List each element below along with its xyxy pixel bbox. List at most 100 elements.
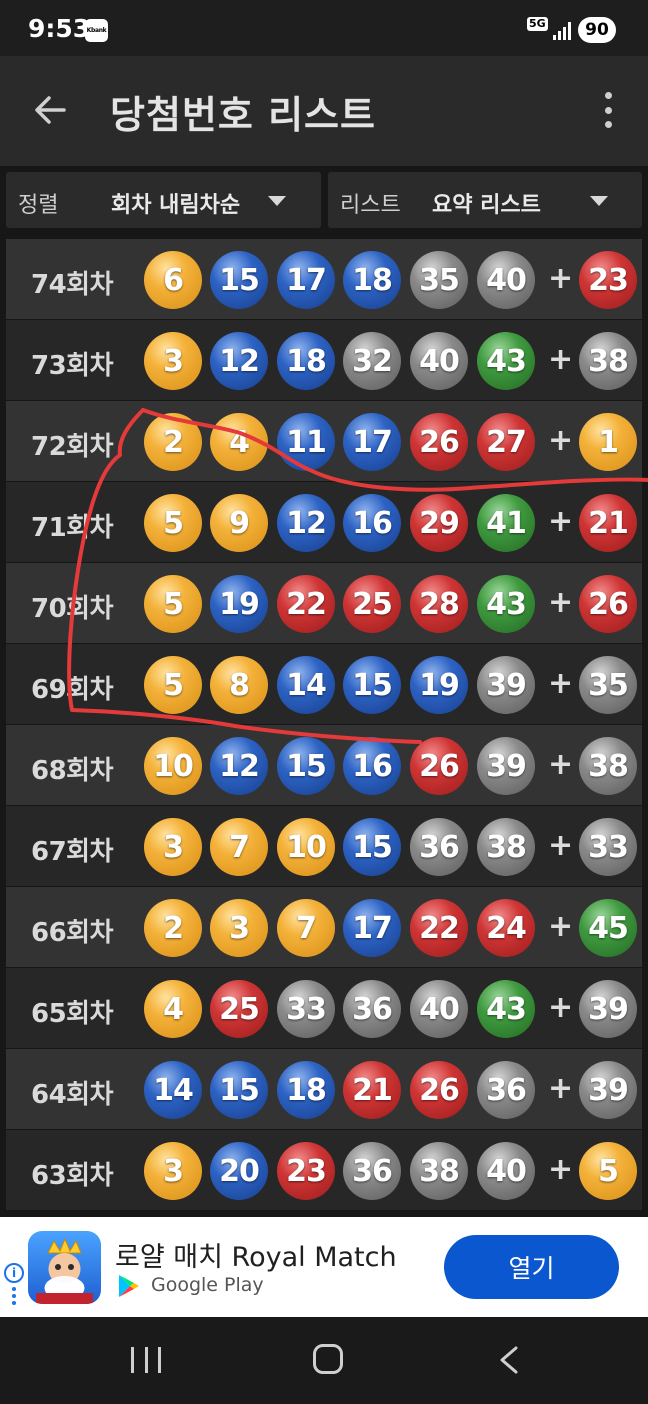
draw-row[interactable]: 67회차 3 7 10 15 36 38 +33 [6,806,642,887]
number-ball: 3 [144,1142,202,1200]
number-ball: 12 [210,332,268,390]
number-ball: 10 [277,818,335,876]
plus-sign: + [548,504,574,539]
draw-row[interactable]: 73회차 3 12 18 32 40 43 +38 [6,320,642,401]
draw-row[interactable]: 71회차 5 9 12 16 29 41 +21 [6,482,642,563]
list-value: 요약 리스트 [432,193,541,218]
number-ball: 12 [277,494,335,552]
bonus-ball: 1 [579,413,637,471]
round-label: 63회차 [31,1161,114,1191]
number-ball: 43 [477,332,535,390]
more-options-icon[interactable] [598,92,618,128]
sort-dropdown[interactable]: 정렬 회차 내림차순 [6,172,321,228]
draw-row[interactable]: 66회차 2 3 7 17 22 24 +45 [6,887,642,968]
number-ball: 6 [144,251,202,309]
number-ball: 14 [277,656,335,714]
draw-row[interactable]: 65회차 4 25 33 36 40 43 +39 [6,968,642,1049]
draw-row[interactable]: 68회차 10 12 15 16 26 39 +38 [6,725,642,806]
number-ball: 16 [343,737,401,795]
draw-row[interactable]: 64회차 14 15 18 21 26 36 +39 [6,1049,642,1130]
number-ball: 20 [210,1142,268,1200]
number-ball: 43 [477,980,535,1038]
bonus-ball: 5 [579,1142,637,1200]
number-ball: 15 [277,737,335,795]
number-ball: 4 [144,980,202,1038]
round-label: 71회차 [31,513,114,543]
nav-back-icon[interactable] [494,1345,524,1375]
recent-apps-icon[interactable] [131,1347,161,1373]
draw-row[interactable]: 63회차 3 20 23 36 38 40 +5 [6,1130,642,1211]
number-ball: 40 [410,980,468,1038]
filter-bar: 정렬 회차 내림차순 리스트 요약 리스트 [0,166,648,236]
number-ball: 2 [144,413,202,471]
number-ball: 26 [410,1061,468,1119]
round-label: 73회차 [31,351,114,381]
number-ball: 17 [277,251,335,309]
round-label: 67회차 [31,837,114,867]
round-label: 70회차 [31,594,114,624]
number-ball: 36 [343,1142,401,1200]
number-ball: 27 [477,413,535,471]
round-label: 74회차 [31,270,114,300]
list-type-dropdown[interactable]: 리스트 요약 리스트 [328,172,642,228]
draw-results-list: 74회차 6 15 17 18 35 40 +23 73회차 3 12 18 32 40 43 +38 72회차… [6,239,642,1211]
plus-sign: + [548,1152,574,1187]
ad-title: 로얄 매치 Royal Match [115,1242,397,1273]
plus-sign: + [548,1071,574,1106]
battery-level-badge: 90 [578,17,616,43]
round-label: 66회차 [31,918,114,948]
number-ball: 38 [477,818,535,876]
number-ball: 5 [144,656,202,714]
number-ball: 36 [410,818,468,876]
number-ball: 15 [210,251,268,309]
plus-sign: + [548,828,574,863]
number-ball: 32 [343,332,401,390]
number-ball: 40 [410,332,468,390]
number-ball: 38 [410,1142,468,1200]
draw-row[interactable]: 74회차 6 15 17 18 35 40 +23 [6,239,642,320]
number-ball: 21 [343,1061,401,1119]
number-ball: 15 [343,656,401,714]
draw-row[interactable]: 69회차 5 8 14 15 19 39 +35 [6,644,642,725]
number-ball: 40 [477,251,535,309]
number-ball: 35 [410,251,468,309]
plus-sign: + [548,423,574,458]
back-arrow-icon[interactable] [32,92,68,128]
number-ball: 9 [210,494,268,552]
round-label: 65회차 [31,999,114,1029]
number-ball: 5 [144,575,202,633]
status-bar: 9:53 Kbank 5G 90 [0,0,648,56]
number-ball: 23 [277,1142,335,1200]
number-ball: 43 [477,575,535,633]
number-ball: 36 [477,1061,535,1119]
ad-info-icon[interactable]: i [4,1263,24,1283]
plus-sign: + [548,585,574,620]
draw-row[interactable]: 70회차 5 19 22 25 28 43 +26 [6,563,642,644]
number-ball: 14 [144,1061,202,1119]
number-ball: 28 [410,575,468,633]
bonus-ball: 39 [579,980,637,1038]
bonus-ball: 21 [579,494,637,552]
number-ball: 15 [210,1061,268,1119]
number-ball: 39 [477,737,535,795]
plus-sign: + [548,261,574,296]
draw-row[interactable]: 72회차 2 4 11 17 26 27 +1 [6,401,642,482]
round-label: 64회차 [31,1080,114,1110]
bonus-ball: 45 [579,899,637,957]
number-ball: 3 [210,899,268,957]
number-ball: 29 [410,494,468,552]
number-ball: 19 [410,656,468,714]
ad-options-icon[interactable] [12,1287,16,1305]
number-ball: 25 [343,575,401,633]
home-icon[interactable] [313,1344,343,1374]
ad-open-button[interactable]: 열기 [444,1235,619,1299]
ad-store-name: Google Play [151,1274,264,1296]
number-ball: 39 [477,656,535,714]
ad-banner[interactable]: i 로얄 매치 Royal Match Google Play 열기 [0,1217,648,1317]
number-ball: 17 [343,413,401,471]
number-ball: 18 [277,1061,335,1119]
number-ball: 11 [277,413,335,471]
system-nav-bar [0,1317,648,1404]
list-label: 리스트 [340,193,401,218]
royal-match-app-icon[interactable] [28,1231,101,1304]
